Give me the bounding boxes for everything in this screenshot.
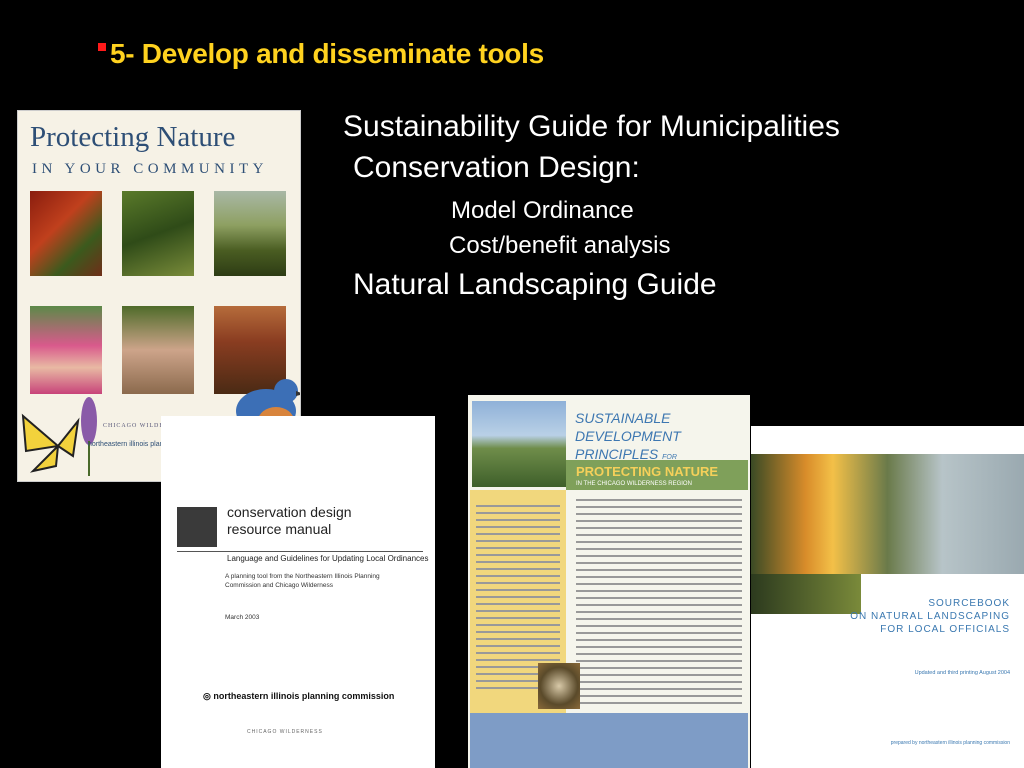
flowers-photo xyxy=(751,454,1024,574)
cover-title-line2: resource manual xyxy=(227,521,332,537)
line-cost-benefit: Cost/benefit analysis xyxy=(449,232,671,259)
line-natural-landscaping: Natural Landscaping Guide xyxy=(353,268,717,301)
line-conservation-design: Conservation Design: xyxy=(353,151,640,184)
printing-note: Updated and third printing August 2004 xyxy=(914,670,1010,676)
cover-title: Protecting Nature xyxy=(30,121,236,153)
sourcebook-cover: SOURCEBOOK ON NATURAL LANDSCAPING FOR LO… xyxy=(751,426,1024,768)
band-subtitle: IN THE CHICAGO WILDERNESS REGION xyxy=(576,481,692,487)
title-line1: SOURCEBOOK xyxy=(928,598,1010,609)
conservation-design-cover: conservation design resource manual Lang… xyxy=(161,416,435,768)
prairie-photo xyxy=(214,191,286,276)
cover-heading: SUSTAINABLE DEVELOPMENT PRINCIPLES FOR xyxy=(575,409,681,467)
child-binoculars-photo xyxy=(30,306,102,394)
title-line3: FOR LOCAL OFFICIALS xyxy=(880,624,1010,635)
description-line1: A planning tool from the Northeastern Il… xyxy=(225,573,380,580)
publisher-text: northeastern illinois planning commissio… xyxy=(213,691,395,701)
heading-line1: SUSTAINABLE xyxy=(575,410,671,426)
cover-square-icon xyxy=(177,507,217,547)
purple-flower-illustration xyxy=(81,397,97,476)
title-line2: ON NATURAL LANDSCAPING xyxy=(850,611,1010,622)
cover-subtitle: Language and Guidelines for Updating Loc… xyxy=(227,554,429,563)
cover-date: March 2003 xyxy=(225,614,260,621)
heading-line2: DEVELOPMENT xyxy=(575,428,681,444)
band-title: PROTECTING NATURE xyxy=(576,464,719,479)
prepared-by: prepared by northeastern illinois planni… xyxy=(890,740,1010,746)
body-text-block xyxy=(576,499,742,709)
divider xyxy=(177,551,423,552)
cover-title-line1: conservation design xyxy=(227,504,352,520)
line-model-ordinance: Model Ordinance xyxy=(451,197,634,224)
footer-band xyxy=(470,713,748,768)
slide-title-text: 5- Develop and disseminate tools xyxy=(110,38,544,69)
cover-subtitle: IN YOUR COMMUNITY xyxy=(32,161,268,177)
bullet-icon xyxy=(98,43,106,51)
swirl-icon: ◎ xyxy=(203,691,214,701)
sustainable-principles-cover: SUSTAINABLE DEVELOPMENT PRINCIPLES FOR P… xyxy=(468,395,750,768)
cover-description: A planning tool from the Northeastern Il… xyxy=(225,572,380,590)
flower-photo xyxy=(30,191,102,276)
partner-logo-text: CHICAGO WILDERNESS xyxy=(247,729,323,735)
sourcebook-title: SOURCEBOOK ON NATURAL LANDSCAPING FOR LO… xyxy=(850,597,1010,636)
building-photo xyxy=(472,401,566,487)
cover-title: conservation design resource manual xyxy=(227,504,352,538)
slide-title: 5- Develop and disseminate tools xyxy=(98,38,544,70)
description-line2: Commission and Chicago Wilderness xyxy=(225,582,334,589)
hand-photo xyxy=(122,306,194,394)
butterfly-photo xyxy=(538,663,580,709)
line-sustainability-guide: Sustainability Guide for Municipalities xyxy=(343,110,840,143)
flowers-photo-lower xyxy=(751,574,861,614)
leaf-photo xyxy=(122,191,194,276)
publisher-logo: ◎ northeastern illinois planning commiss… xyxy=(203,691,394,702)
